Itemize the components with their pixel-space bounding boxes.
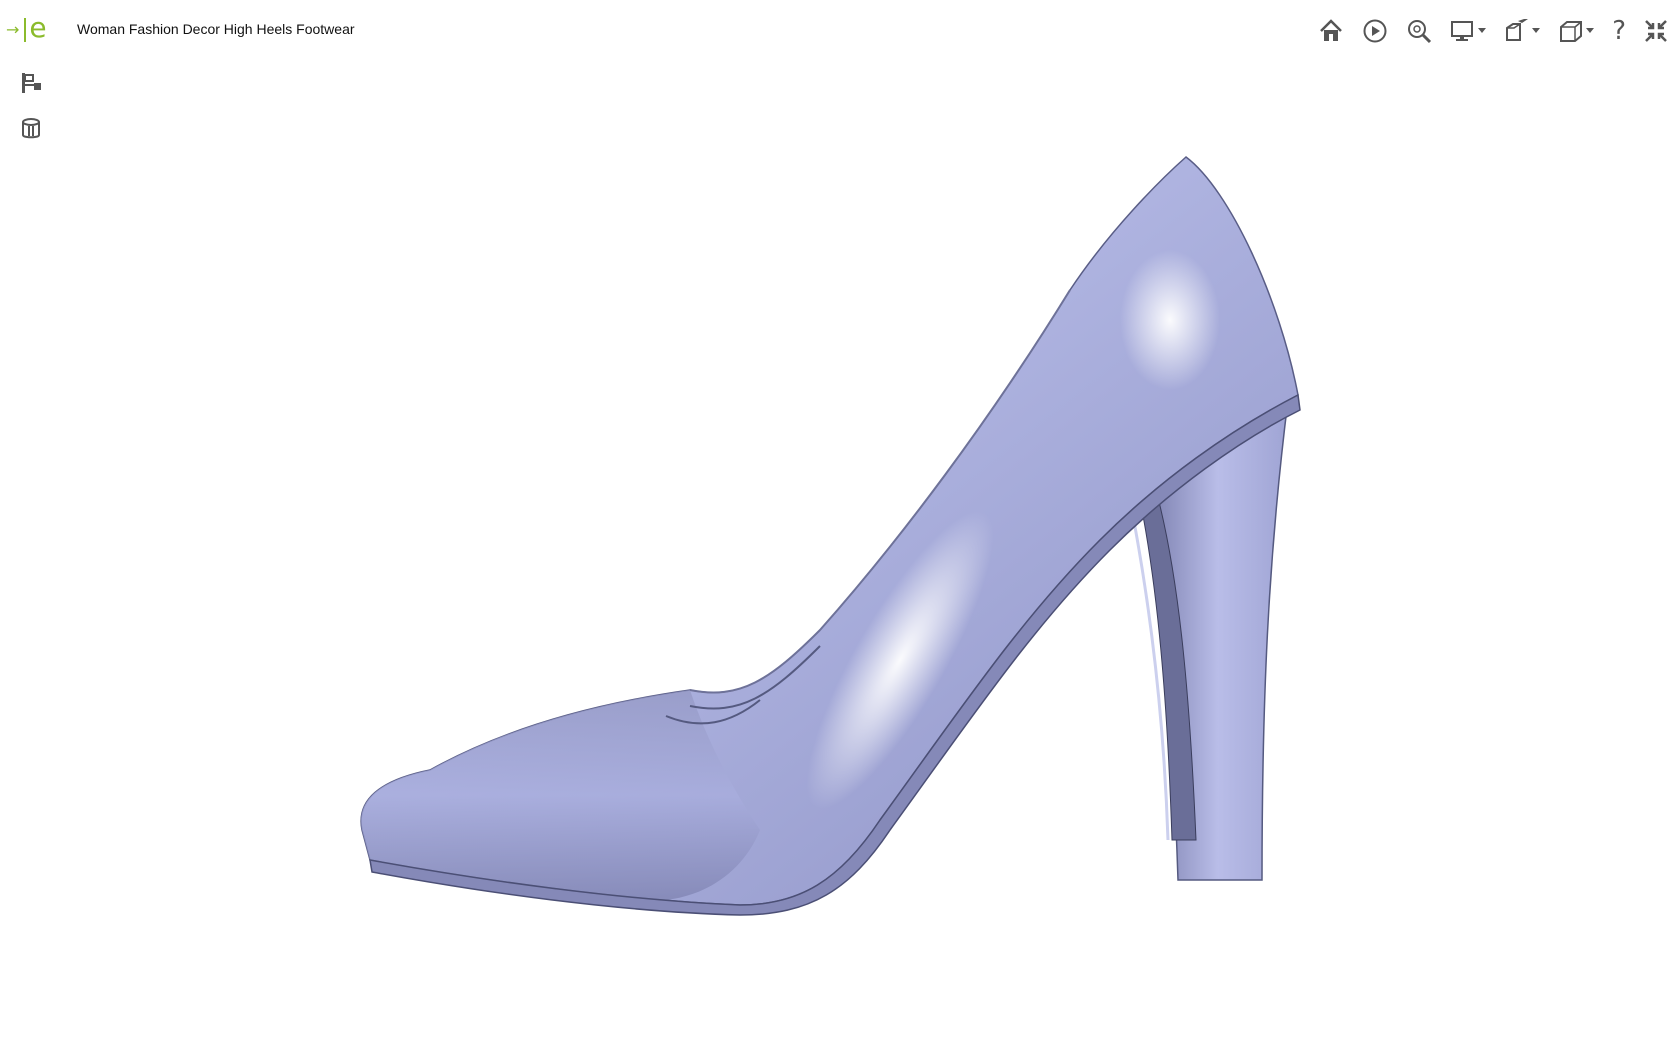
display-mode-button[interactable] <box>1450 15 1487 47</box>
exit-fullscreen-icon <box>1645 20 1667 42</box>
display-mode-icon <box>1451 21 1474 41</box>
exit-fullscreen-button[interactable] <box>1644 15 1668 47</box>
chevron-down-icon <box>1586 28 1595 33</box>
logo-letter: e <box>29 11 47 44</box>
model-title: Woman Fashion Decor High Heels Footwear <box>77 21 355 37</box>
viewer-app: → e Woman Fashion Decor High Heels Footw… <box>0 0 1680 1050</box>
home-icon <box>1320 19 1343 41</box>
zoom-fit-button[interactable] <box>1406 15 1432 47</box>
3d-viewport[interactable] <box>0 60 1680 1050</box>
chevron-down-icon <box>1478 28 1487 33</box>
standard-views-icon <box>1560 21 1583 42</box>
app-logo: → e <box>6 14 47 46</box>
play-icon <box>1363 19 1387 43</box>
logo-arrow: → <box>6 20 20 39</box>
explode-view-icon <box>1506 19 1529 41</box>
help-button[interactable]: ? <box>1612 15 1626 47</box>
home-button[interactable] <box>1318 15 1344 47</box>
play-button[interactable] <box>1362 15 1388 47</box>
chevron-down-icon <box>1532 28 1541 33</box>
zoom-fit-icon <box>1408 20 1432 44</box>
help-icon: ? <box>1612 16 1626 46</box>
explode-view-button[interactable] <box>1504 15 1541 47</box>
standard-views-button[interactable] <box>1558 15 1595 47</box>
top-toolbar: ? <box>1300 15 1668 47</box>
logo-divider <box>24 18 27 42</box>
high-heel-shoe-model <box>360 156 1301 916</box>
